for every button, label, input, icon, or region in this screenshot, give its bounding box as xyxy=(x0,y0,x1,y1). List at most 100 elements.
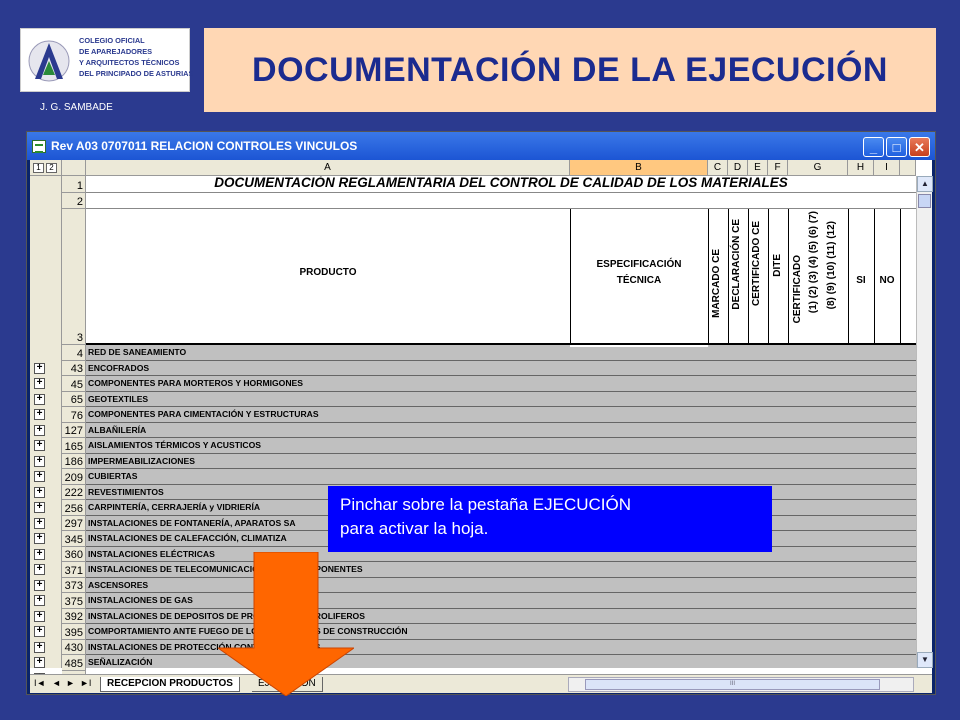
horizontal-scroll-thumb[interactable]: III xyxy=(585,679,880,690)
expand-group-icon[interactable]: + xyxy=(34,486,45,498)
row-header[interactable]: 297 xyxy=(62,515,86,531)
expand-group-icon[interactable]: + xyxy=(34,595,45,606)
last-sheet-button[interactable]: ►I xyxy=(80,678,91,688)
row-header-2[interactable]: 2 xyxy=(62,193,86,209)
expand-group-icon[interactable]: + xyxy=(34,502,45,513)
header-divider xyxy=(570,209,571,343)
table-row[interactable]: INSTALACIONES DE PROTECCIÓN CONTRA INCEN… xyxy=(86,639,916,655)
workbook-icon[interactable] xyxy=(32,140,46,153)
outline-level-bar: 1 2 xyxy=(30,160,62,176)
select-all-corner[interactable] xyxy=(62,160,86,176)
selection-marker xyxy=(570,345,708,347)
row2-cell[interactable] xyxy=(86,193,916,209)
table-row[interactable]: CUBIERTAS xyxy=(86,469,916,485)
sheet-tab-bar: I◄ ◄ ► ►I RECEPCION PRODUCTOS EJECUCIÓN … xyxy=(30,674,932,693)
expand-group-icon[interactable]: + xyxy=(34,579,45,591)
expand-group-icon[interactable]: + xyxy=(34,455,45,467)
window-titlebar[interactable]: Rev A03 0707011 RELACION CONTROLES VINCU… xyxy=(27,132,935,160)
column-header-f[interactable]: F xyxy=(768,160,788,176)
column-header-b[interactable]: B xyxy=(570,160,708,176)
expand-group-icon[interactable]: + xyxy=(34,440,45,451)
row-header[interactable]: 222 xyxy=(62,484,86,500)
expand-group-icon[interactable]: + xyxy=(34,626,45,637)
table-header[interactable]: PRODUCTO ESPECIFICACIÓN TÉCNICA MARCADO … xyxy=(86,209,916,345)
expand-group-icon[interactable]: + xyxy=(34,409,45,420)
expand-group-icon[interactable]: + xyxy=(34,610,45,622)
row-header[interactable]: 430 xyxy=(62,639,86,655)
expand-group-icon[interactable]: + xyxy=(34,471,45,482)
vertical-scrollbar[interactable]: ▲ ▼ xyxy=(916,176,933,668)
row-header[interactable]: 256 xyxy=(62,500,86,516)
expand-group-icon[interactable]: + xyxy=(34,657,45,668)
row-header[interactable]: 43 xyxy=(62,360,86,376)
column-header-c[interactable]: C xyxy=(708,160,728,176)
row-header[interactable]: 4 xyxy=(62,345,86,361)
table-row[interactable]: ALBAÑILERÍA xyxy=(86,422,916,438)
table-row[interactable]: INSTALACIONES DE GAS xyxy=(86,593,916,609)
row-header[interactable]: 371 xyxy=(62,562,86,578)
table-row[interactable]: AISLAMIENTOS TÉRMICOS Y ACUSTICOS xyxy=(86,438,916,454)
row-header[interactable]: 345 xyxy=(62,531,86,547)
table-row[interactable]: COMPONENTES PARA CIMENTACIÓN Y ESTRUCTUR… xyxy=(86,407,916,423)
expand-group-icon[interactable]: + xyxy=(34,641,45,653)
column-header-h[interactable]: H xyxy=(848,160,874,176)
expand-group-icon[interactable]: + xyxy=(34,517,45,529)
row-header[interactable]: 127 xyxy=(62,422,86,438)
next-sheet-button[interactable]: ► xyxy=(66,678,75,688)
table-row[interactable]: ENCOFRADOS xyxy=(86,360,916,376)
row-header[interactable]: 485 xyxy=(62,655,86,671)
column-header-a[interactable]: A xyxy=(86,160,570,176)
horizontal-scrollbar[interactable]: III xyxy=(568,677,914,692)
column-header-i[interactable]: I xyxy=(874,160,900,176)
expand-group-icon[interactable]: + xyxy=(34,548,45,560)
table-row[interactable]: ASCENSORES xyxy=(86,577,916,593)
expand-group-icon[interactable]: + xyxy=(34,362,45,374)
row-header[interactable]: 395 xyxy=(62,624,86,640)
row-header[interactable]: 76 xyxy=(62,407,86,423)
scroll-down-button[interactable]: ▼ xyxy=(917,652,933,668)
expand-group-icon[interactable]: + xyxy=(34,424,45,436)
header-dite: DITE xyxy=(772,254,783,277)
prev-sheet-button[interactable]: ◄ xyxy=(52,678,61,688)
row-header[interactable]: 209 xyxy=(62,469,86,485)
outline-level-1-button[interactable]: 1 xyxy=(33,163,44,173)
close-button[interactable]: ✕ xyxy=(909,137,930,157)
vertical-scroll-thumb[interactable] xyxy=(918,194,931,208)
expand-group-icon[interactable]: + xyxy=(34,393,45,405)
row-header[interactable]: 392 xyxy=(62,608,86,624)
maximize-button[interactable]: □ xyxy=(886,137,907,157)
row-header[interactable]: 165 xyxy=(62,438,86,454)
spreadsheet-window: Rev A03 0707011 RELACION CONTROLES VINCU… xyxy=(26,131,936,695)
first-sheet-button[interactable]: I◄ xyxy=(34,678,45,688)
cell-grid[interactable]: DOCUMENTACIÓN REGLAMENTARIA DEL CONTROL … xyxy=(86,176,916,668)
expand-group-icon[interactable]: + xyxy=(34,533,45,544)
table-row[interactable]: INSTALACIONES DE DEPOSITOS DE PRODUCTOS … xyxy=(86,608,916,624)
table-row[interactable]: IMPERMEABILIZACIONES xyxy=(86,453,916,469)
column-header-g[interactable]: G xyxy=(788,160,848,176)
minimize-button[interactable]: _ xyxy=(863,137,884,157)
scroll-up-button[interactable]: ▲ xyxy=(917,176,933,192)
row-header-3[interactable]: 3 xyxy=(62,209,86,345)
callout-line-2: para activar la hoja. xyxy=(340,519,489,538)
header-divider xyxy=(748,209,749,343)
header-divider xyxy=(768,209,769,343)
row-header[interactable]: 65 xyxy=(62,391,86,407)
row-header[interactable]: 45 xyxy=(62,376,86,392)
row-header[interactable]: 186 xyxy=(62,453,86,469)
table-row[interactable]: RED DE SANEAMIENTO xyxy=(86,345,916,361)
outline-level-2-button[interactable]: 2 xyxy=(46,163,57,173)
row-header[interactable]: 360 xyxy=(62,546,86,562)
column-header-d[interactable]: D xyxy=(728,160,748,176)
table-row[interactable]: GEOTEXTILES xyxy=(86,391,916,407)
table-row[interactable]: COMPONENTES PARA MORTEROS Y HORMIGONES xyxy=(86,376,916,392)
table-row[interactable]: INSTALACIONES DE TELECOMUNICACIÓN Y SUS … xyxy=(86,562,916,578)
expand-group-icon[interactable]: + xyxy=(34,564,45,575)
table-row[interactable]: SEÑALIZACIÓN xyxy=(86,655,916,668)
row-header-1[interactable]: 1 xyxy=(62,176,86,193)
expand-group-icon[interactable]: + xyxy=(34,378,45,389)
column-header-e[interactable]: E xyxy=(748,160,768,176)
row1-title-cell[interactable]: DOCUMENTACIÓN REGLAMENTARIA DEL CONTROL … xyxy=(86,176,916,193)
row-header[interactable]: 373 xyxy=(62,577,86,593)
row-header[interactable]: 375 xyxy=(62,593,86,609)
table-row[interactable]: COMPORTAMIENTO ANTE FUEGO DE LOS PRODUCT… xyxy=(86,624,916,640)
